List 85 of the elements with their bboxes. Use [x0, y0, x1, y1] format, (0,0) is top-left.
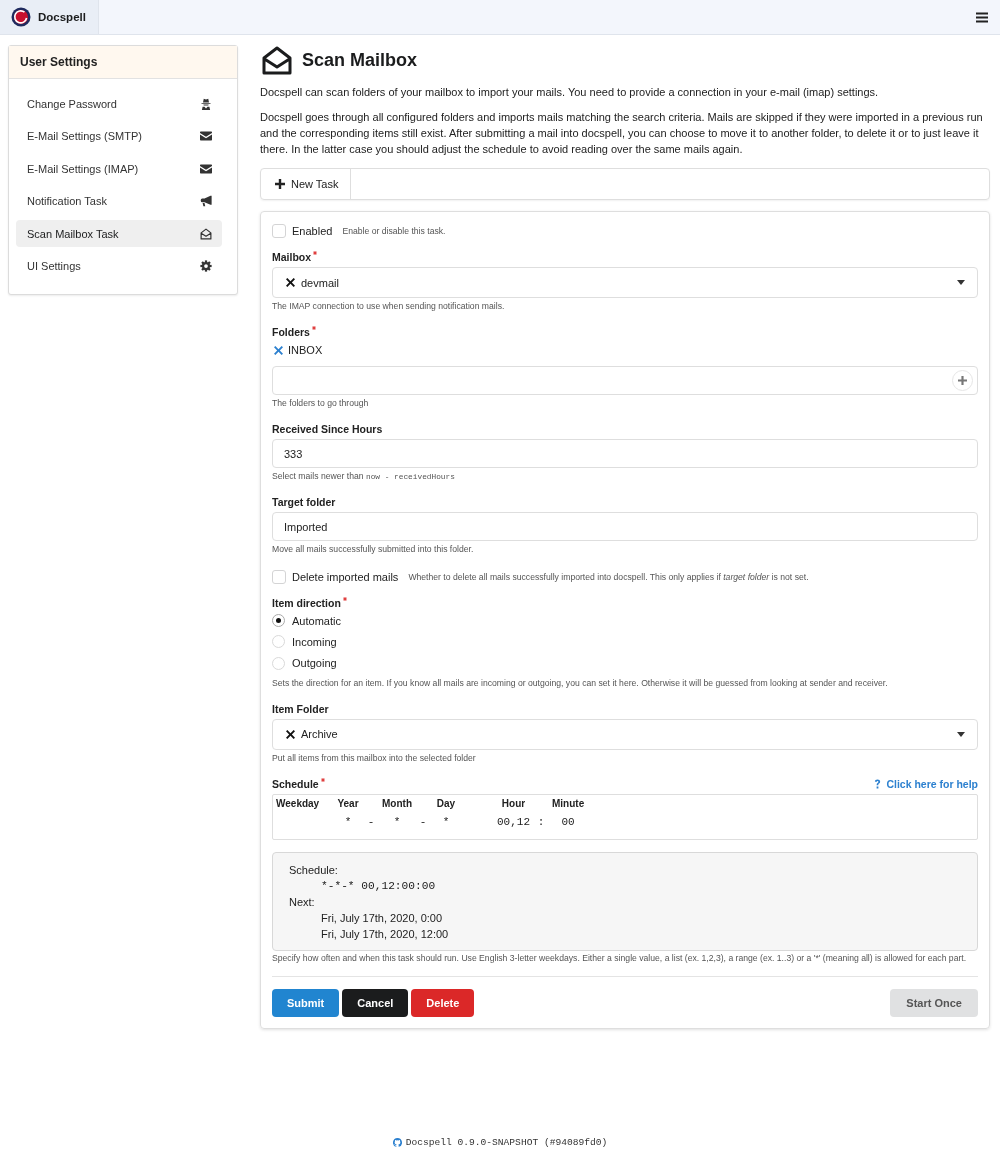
radio-button[interactable] [272, 614, 285, 628]
envelope-icon [200, 162, 212, 175]
new-task-button[interactable]: New Task [261, 169, 352, 199]
gear-icon [200, 260, 212, 272]
field-label: Mailbox [272, 251, 312, 263]
github-icon [392, 1138, 402, 1147]
schedule-column-header: Minute [552, 796, 585, 811]
schedule-column-header: Day [436, 796, 456, 811]
folder-tag[interactable]: INBOX [272, 344, 323, 356]
checkbox[interactable] [272, 570, 286, 584]
logo-icon [11, 7, 31, 27]
cross-icon[interactable] [286, 729, 295, 739]
mailbox-dropdown[interactable]: devmail [272, 267, 978, 298]
next-run-time: Fri, July 17th, 2020, 0:00 [320, 910, 444, 926]
schedule-column-header: Year [337, 796, 359, 811]
schedule-expression: *-*-* 00,12:00:00 [320, 878, 437, 894]
sidebar-item[interactable]: UI Settings [16, 252, 222, 280]
schedule-value[interactable]: 00 [561, 810, 575, 833]
envelope-open-icon [200, 227, 212, 240]
envelope-open-icon [262, 45, 292, 75]
schedule-separator: - [367, 814, 375, 830]
field-hint: The folders to go through [272, 398, 370, 409]
summary-label: Next: [289, 894, 316, 910]
schedule-separator: : [537, 814, 545, 830]
caret-icon[interactable] [957, 280, 965, 285]
field-label: Folders [272, 326, 310, 338]
schedule-value[interactable]: 00,12 [497, 810, 530, 833]
schedule-column-header: Month [382, 796, 412, 811]
next-run-time: Fri, July 17th, 2020, 12:00 [320, 926, 450, 942]
field-hint: Enable or disable this task. [342, 226, 446, 236]
spy-icon [200, 97, 212, 110]
field-hint: Put all items from this mailbox into the selected folder [272, 752, 477, 764]
radio-label[interactable]: Outgoing [292, 657, 337, 670]
sidebar-item[interactable]: E-Mail Settings (IMAP) [16, 155, 222, 182]
field-label: Received Since Hours [272, 423, 383, 435]
checkbox[interactable] [272, 224, 286, 238]
schedule-value[interactable]: * [393, 810, 401, 833]
version-link[interactable]: Docspell 0.9.0-SNAPSHOT (#94089fd0) [392, 1137, 608, 1148]
folder-input[interactable] [272, 366, 978, 395]
sidebar-item[interactable]: E-Mail Settings (SMTP) [16, 122, 222, 150]
checkbox-label[interactable]: Delete imported mails [292, 571, 399, 583]
schedule-column-header: Hour [501, 796, 526, 811]
field-label: Target folder [272, 496, 336, 508]
sidebar-item[interactable]: Scan Mailbox Task [16, 220, 222, 247]
target-folder-input[interactable]: Imported [272, 512, 978, 541]
megaphone-icon [200, 195, 212, 207]
plus-icon [958, 376, 967, 385]
sidebar-item[interactable]: Change Password [16, 90, 222, 117]
field-hint: Move all mails successfully submitted into this folder. [272, 544, 475, 555]
field-label: Schedule [272, 777, 319, 790]
delete-button[interactable]: Delete [411, 988, 475, 1017]
envelope-icon [200, 130, 212, 142]
schedule-separator: - [419, 814, 427, 830]
received-hours-input[interactable]: 333 [272, 439, 978, 468]
radio-button[interactable] [272, 635, 285, 649]
cross-icon[interactable] [286, 278, 295, 287]
radio-label[interactable]: Automatic [292, 614, 341, 627]
menu-icon[interactable] [976, 11, 988, 23]
description-text: Docspell goes through all configured folders and imports mails matching the search criteria. Mails are skipped if they were imported in a previous run and the corresponding items still exist. After submitting a mail into docspell, you can choose to move it to another folder, to delete it or to just leave it there. In the latter case you should adjust the schedule to avoid reading over the same mails again. [260, 110, 984, 157]
checkbox-label[interactable]: Enabled [292, 225, 333, 237]
radio-button[interactable] [272, 656, 285, 670]
submit-button[interactable]: Submit [272, 988, 340, 1017]
start-button[interactable]: Start Once [890, 988, 978, 1017]
help-link[interactable]: Click here for help [874, 777, 978, 790]
field-label: Item Folder [272, 702, 329, 715]
question-icon [874, 778, 882, 789]
field-label: Item direction [272, 597, 341, 609]
intro-text: Docspell can scan folders of your mailbox to import your mails. You need to provide a connection in your e-mail (imap) settings. [260, 85, 880, 100]
radio-label[interactable]: Incoming [292, 635, 337, 648]
schedule-value[interactable]: * [344, 810, 352, 833]
plus-icon [275, 179, 285, 189]
schedule-column-header: Weekday [276, 796, 320, 811]
item-folder-dropdown[interactable]: Archive [272, 718, 978, 750]
field-hint: Specify how often and when this task should run. Use English 3-letter weekdays. Either a single value, a list (ex. 1,2,3), a range (ex. 1..3) or a '*' (meaning all) is allowed for each part. [272, 952, 968, 964]
sidebar-item[interactable]: Notification Task [16, 187, 222, 215]
field-hint: Whether to delete all mails successfully imported into docspell. This only applies if target folder is not set. [408, 572, 809, 582]
sidebar-title: User Settings [9, 46, 237, 79]
page-title: Scan Mailbox [302, 49, 418, 71]
field-hint: The IMAP connection to use when sending notification mails. [272, 301, 506, 312]
caret-icon[interactable] [957, 731, 965, 737]
brand-link[interactable]: Docspell [0, 0, 99, 34]
field-hint: Sets the direction for an item. If you know all mails are incoming or outgoing, you can set it here. Otherwise it will be guessed from looking at sender and receiver. [272, 677, 889, 689]
summary-label: Schedule: [289, 862, 339, 878]
schedule-value[interactable]: * [442, 810, 450, 833]
cancel-button[interactable]: Cancel [342, 988, 409, 1017]
